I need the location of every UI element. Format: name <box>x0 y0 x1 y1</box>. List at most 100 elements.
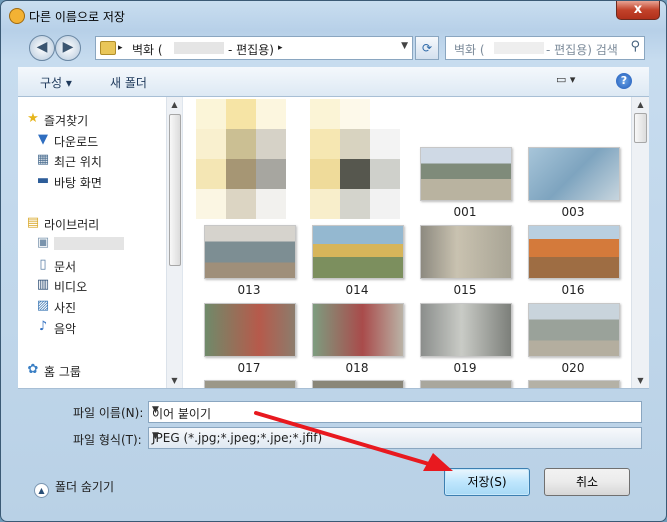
file-name: 017 <box>237 361 261 375</box>
nav-item-videos[interactable]: ▥ 비디오 <box>18 275 168 295</box>
back-button[interactable]: ◀ <box>29 35 55 61</box>
filename-label: 파일 이름(N): <box>73 406 144 420</box>
libraries-icon: ▤ <box>26 215 40 230</box>
nav-label: 사진 <box>54 301 77 315</box>
music-icon: ♪ <box>38 319 48 334</box>
scroll-down-icon[interactable]: ▼ <box>632 373 649 388</box>
save-button[interactable]: 저장(S) <box>444 468 530 496</box>
photo-thumbnail <box>528 147 620 201</box>
forward-button[interactable]: ▶ <box>55 35 81 61</box>
redacted-text <box>494 42 544 54</box>
pane-splitter[interactable] <box>182 97 183 388</box>
videos-icon: ▥ <box>36 277 50 292</box>
nav-item-favorites[interactable]: ★ 즐겨찾기 <box>18 109 168 129</box>
search-placeholder-suffix: - 편집용) 검색 <box>546 43 618 57</box>
close-button[interactable]: x <box>616 1 660 20</box>
navigation-pane: ★ 즐겨찾기 ▼ 다운로드 ▦ 최근 위치 ▬ 바탕 화면 ▤ 라이브러리 ▣ <box>18 97 182 388</box>
documents-icon: ▯ <box>39 257 47 272</box>
nav-label: 홈 그룹 <box>44 365 81 379</box>
scroll-up-icon[interactable]: ▲ <box>167 97 182 112</box>
search-input[interactable]: 벽화 ( - 편집용) 검색 ⚲ <box>445 36 645 60</box>
chevron-down-icon[interactable]: ▼ <box>152 431 637 441</box>
breadcrumb-folder-suffix[interactable]: - 편집용) <box>228 41 274 58</box>
paint-app-icon <box>9 8 25 24</box>
recent-places-icon: ▦ <box>36 152 50 167</box>
nav-item-desktop[interactable]: ▬ 바탕 화면 <box>18 171 168 191</box>
photo-thumbnail <box>204 303 296 357</box>
new-folder-button[interactable]: 새 폴더 <box>110 74 147 91</box>
library-icon: ▣ <box>36 235 50 250</box>
star-icon: ★ <box>27 111 39 126</box>
blurred-thumbnail[interactable] <box>310 99 400 219</box>
filetype-select[interactable]: JPEG (*.jpg;*.jpeg;*.jpe;*.jfif) ▼ <box>148 427 642 449</box>
photo-thumbnail <box>312 225 404 279</box>
address-row: ◀ ▶ ▸ 벽화 ( - 편집용) ▸ ▼ ⟳ 벽화 ( - 편집용) 검색 ⚲ <box>1 33 666 63</box>
file-name: 019 <box>453 361 477 375</box>
nav-item-music[interactable]: ♪ 음악 <box>18 317 168 337</box>
hide-folders-button[interactable]: ▲ 폴더 숨기기 <box>34 478 114 498</box>
photo-thumbnail <box>528 380 620 388</box>
scroll-down-icon[interactable]: ▼ <box>167 373 182 388</box>
pictures-icon: ▨ <box>36 298 50 313</box>
chevron-up-icon: ▲ <box>34 483 49 498</box>
nav-label: 최근 위치 <box>54 155 102 169</box>
breadcrumb-folder[interactable]: 벽화 ( <box>132 41 163 58</box>
breadcrumb-separator: ▸ <box>118 43 123 53</box>
chevron-down-icon[interactable]: ▼ <box>152 405 637 415</box>
file-list-scrollbar[interactable]: ▲ ▼ <box>631 97 649 388</box>
organize-menu[interactable]: 구성 ▾ <box>40 74 72 91</box>
nav-label: 문서 <box>54 260 77 274</box>
redacted-text <box>174 42 224 54</box>
nav-item-documents[interactable]: ▯ 문서 <box>18 255 168 275</box>
cancel-button[interactable]: 취소 <box>544 468 630 496</box>
photo-thumbnail <box>420 147 512 201</box>
nav-item-homegroup[interactable]: ✿ 홈 그룹 <box>18 360 168 380</box>
photo-thumbnail <box>312 303 404 357</box>
nav-item-redacted[interactable]: ▣ <box>18 233 168 253</box>
folder-icon <box>100 41 116 55</box>
nav-label: 다운로드 <box>54 135 99 149</box>
nav-item-libraries[interactable]: ▤ 라이브러리 <box>18 213 168 233</box>
filetype-label: 파일 형식(T): <box>73 433 142 447</box>
file-name: 018 <box>345 361 369 375</box>
title-bar[interactable]: 다른 이름으로 저장 x <box>1 1 666 31</box>
filename-input[interactable]: 이어 붙이기 ▼ <box>148 401 642 423</box>
photo-thumbnail <box>420 380 512 388</box>
scrollbar-thumb[interactable] <box>169 114 181 266</box>
nav-scrollbar[interactable]: ▲ ▼ <box>166 97 182 388</box>
search-icon[interactable]: ⚲ <box>630 39 640 54</box>
nav-item-pictures[interactable]: ▨ 사진 <box>18 296 168 316</box>
blurred-thumbnail[interactable] <box>196 99 286 219</box>
search-placeholder: 벽화 ( <box>454 43 485 57</box>
file-name: 003 <box>561 205 585 219</box>
help-icon[interactable]: ? <box>616 73 632 89</box>
photo-thumbnail <box>528 303 620 357</box>
file-name: 014 <box>345 283 369 297</box>
browser-pane: ★ 즐겨찾기 ▼ 다운로드 ▦ 최근 위치 ▬ 바탕 화면 ▤ 라이브러리 ▣ <box>18 97 649 389</box>
file-name: 020 <box>561 361 585 375</box>
downloads-folder-icon: ▼ <box>38 132 48 147</box>
nav-label: 라이브러리 <box>44 218 100 232</box>
view-options-icon[interactable]: ▭ ▾ <box>556 73 586 89</box>
nav-label: 음악 <box>54 322 77 336</box>
hide-folders-label: 폴더 숨기기 <box>55 480 115 494</box>
address-bar[interactable]: ▸ 벽화 ( - 편집용) ▸ ▼ <box>95 36 413 60</box>
chevron-down-icon[interactable]: ▼ <box>401 41 408 51</box>
file-name: 013 <box>237 283 261 297</box>
desktop-icon: ▬ <box>36 173 50 188</box>
homegroup-icon: ✿ <box>27 362 39 377</box>
photo-thumbnail <box>312 380 404 388</box>
window-title: 다른 이름으로 저장 <box>29 10 125 24</box>
nav-item-downloads[interactable]: ▼ 다운로드 <box>18 130 168 150</box>
scrollbar-thumb[interactable] <box>634 113 647 143</box>
photo-thumbnail <box>204 225 296 279</box>
nav-item-recent[interactable]: ▦ 최근 위치 <box>18 150 168 170</box>
scroll-up-icon[interactable]: ▲ <box>632 97 649 112</box>
file-list: 001 003 013 014 015 016 017 018 019 020 <box>184 97 631 388</box>
refresh-icon[interactable]: ⟳ <box>415 36 439 60</box>
redacted-text <box>54 237 124 250</box>
dialog-footer: ▲ 폴더 숨기기 저장(S) 취소 <box>18 456 649 516</box>
save-form: 파일 이름(N): 이어 붙이기 ▼ 파일 형식(T): JPEG (*.jpg… <box>18 391 649 451</box>
file-name: 001 <box>453 205 477 219</box>
breadcrumb-separator: ▸ <box>278 43 283 53</box>
